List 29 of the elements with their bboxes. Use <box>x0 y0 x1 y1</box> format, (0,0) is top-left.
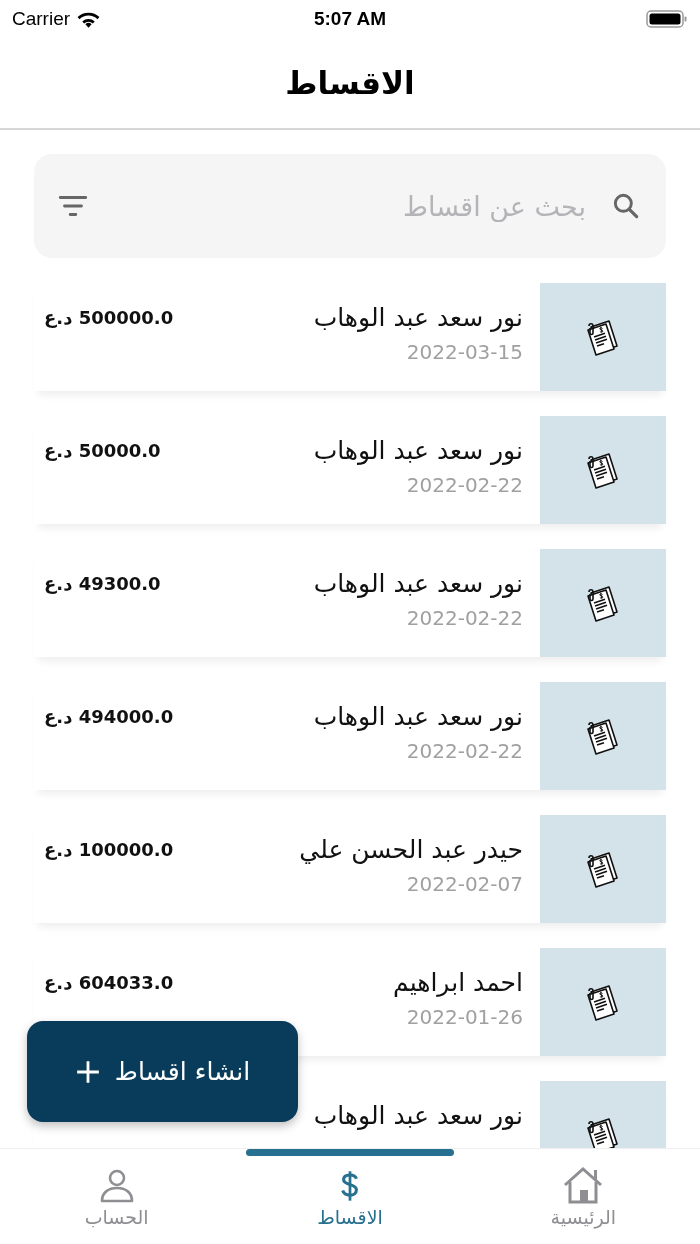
installment-date: 2022-02-22 <box>406 739 523 763</box>
amount-text: 49300.0 د.ع <box>43 572 161 594</box>
battery-icon <box>646 9 688 29</box>
page-title: الاقساط <box>285 65 415 101</box>
amount-text: 500000.0 د.ع <box>43 306 174 328</box>
installment-date: 2022-02-07 <box>406 872 523 896</box>
search-field[interactable]: بحث عن اقساط <box>34 154 666 258</box>
person-icon <box>98 1168 135 1204</box>
carrier-name: Carrier <box>12 8 71 30</box>
customer-name: نور سعد عبد الوهاب <box>313 1101 523 1130</box>
customer-name: نور سعد عبد الوهاب <box>313 436 523 465</box>
plus-icon <box>74 1058 101 1085</box>
installment-date: 2022-02-22 <box>406 473 523 497</box>
nav-tab[interactable]: الاقساط <box>233 1149 467 1244</box>
amount-text: 100000.0 د.ع <box>43 838 174 860</box>
customer-name: نور سعد عبد الوهاب <box>313 303 523 332</box>
customer-name: نور سعد عبد الوهاب <box>313 569 523 598</box>
create-installment-button[interactable]: انشاء اقساط <box>27 1021 298 1122</box>
customer-name: حيدر عبد الحسن علي <box>299 835 523 864</box>
installment-date: 2022-01-26 <box>406 1005 523 1029</box>
installment-date: 2022-03-15 <box>406 340 523 364</box>
amount-text: 494000.0 د.ع <box>43 705 174 727</box>
installment-date: 2022-02-22 <box>406 606 523 630</box>
customer-name: احمد ابراهيم <box>393 968 523 997</box>
clock-time: 5:07 AM <box>313 8 387 30</box>
customer-name: نور سعد عبد الوهاب <box>313 702 523 731</box>
dollar-icon <box>339 1168 361 1204</box>
amount-text: 604033.0 د.ع <box>43 971 174 993</box>
amount-text: 50000.0 د.ع <box>43 439 161 461</box>
